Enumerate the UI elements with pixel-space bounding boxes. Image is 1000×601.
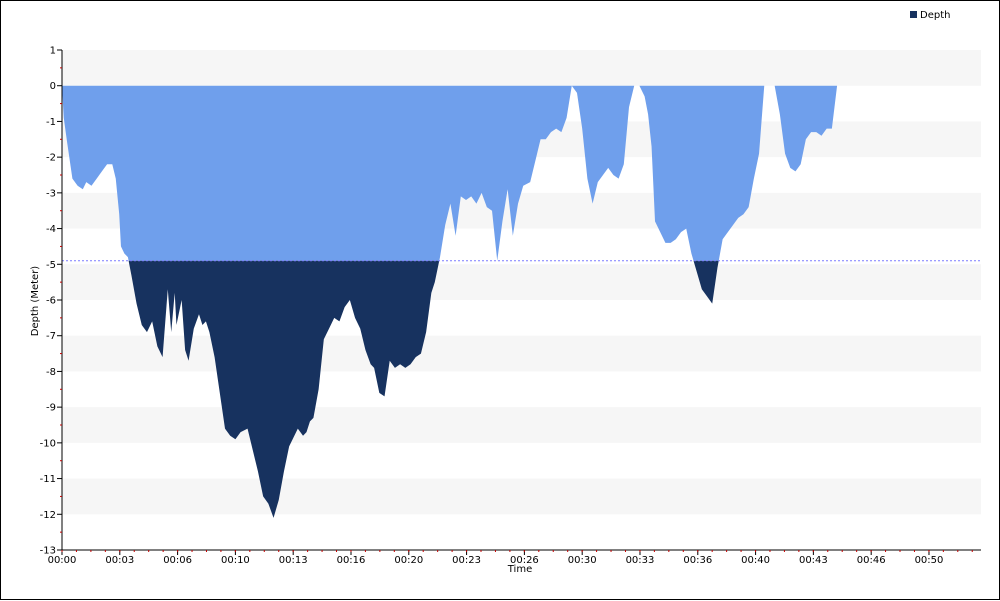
x-tick-label: 00:20: [394, 555, 423, 566]
y-tick-label: -3: [46, 188, 56, 199]
x-tick-label: 00:00: [48, 555, 77, 566]
y-tick-label: -9: [46, 403, 56, 414]
x-tick-label: 00:03: [105, 555, 134, 566]
y-tick-label: -5: [46, 260, 56, 271]
grid-band: [62, 335, 981, 372]
x-tick-label: 00:23: [452, 555, 481, 566]
y-tick-label: -11: [40, 474, 56, 485]
y-axis-label: Depth (Meter): [30, 266, 41, 337]
y-tick-label: -6: [46, 296, 56, 307]
x-tick-label: 00:43: [799, 555, 828, 566]
x-tick-label: 00:16: [337, 555, 366, 566]
legend: Depth: [910, 9, 950, 23]
y-tick-label: -1: [46, 117, 56, 128]
x-tick-label: 00:33: [626, 555, 655, 566]
x-axis-label: Time: [507, 564, 532, 575]
x-tick-label: 00:36: [683, 555, 712, 566]
grid-band: [62, 50, 981, 86]
x-tick-label: 00:40: [741, 555, 770, 566]
y-tick-label: 0: [50, 81, 56, 92]
x-tick-label: 00:13: [279, 555, 308, 566]
chart-frame: 1 0 -1 -2 -3 -4 -5 -6 -7 -8 -9 -10 -11 -12 -13 00:00 00…: [0, 0, 1000, 600]
legend-label-depth: Depth: [920, 10, 951, 21]
x-tick-label: 00:10: [221, 555, 250, 566]
depth-chart: 10-1-2-3-4-5-6-7-8-9-10-11-12-13 00:00 00…: [30, 46, 981, 575]
grid-band: [62, 407, 981, 443]
x-tick-label: 00:46: [857, 555, 886, 566]
y-tick-label: -4: [46, 224, 56, 235]
y-tick-label: 1: [50, 46, 56, 57]
y-tick-label: -7: [46, 331, 56, 342]
y-ticks: 10-1-2-3-4-5-6-7-8-9-10-11-12-13: [40, 46, 62, 557]
x-tick-label: 00:06: [163, 555, 192, 566]
y-tick-label: -2: [46, 153, 56, 164]
y-tick-label: -10: [40, 438, 56, 449]
x-tick-label: 00:50: [915, 555, 944, 566]
grid-band: [62, 478, 981, 515]
y-tick-label: -12: [40, 510, 56, 521]
x-tick-label: 00:30: [568, 555, 597, 566]
y-tick-label: -8: [46, 367, 56, 378]
legend-swatch-depth: [910, 10, 917, 18]
